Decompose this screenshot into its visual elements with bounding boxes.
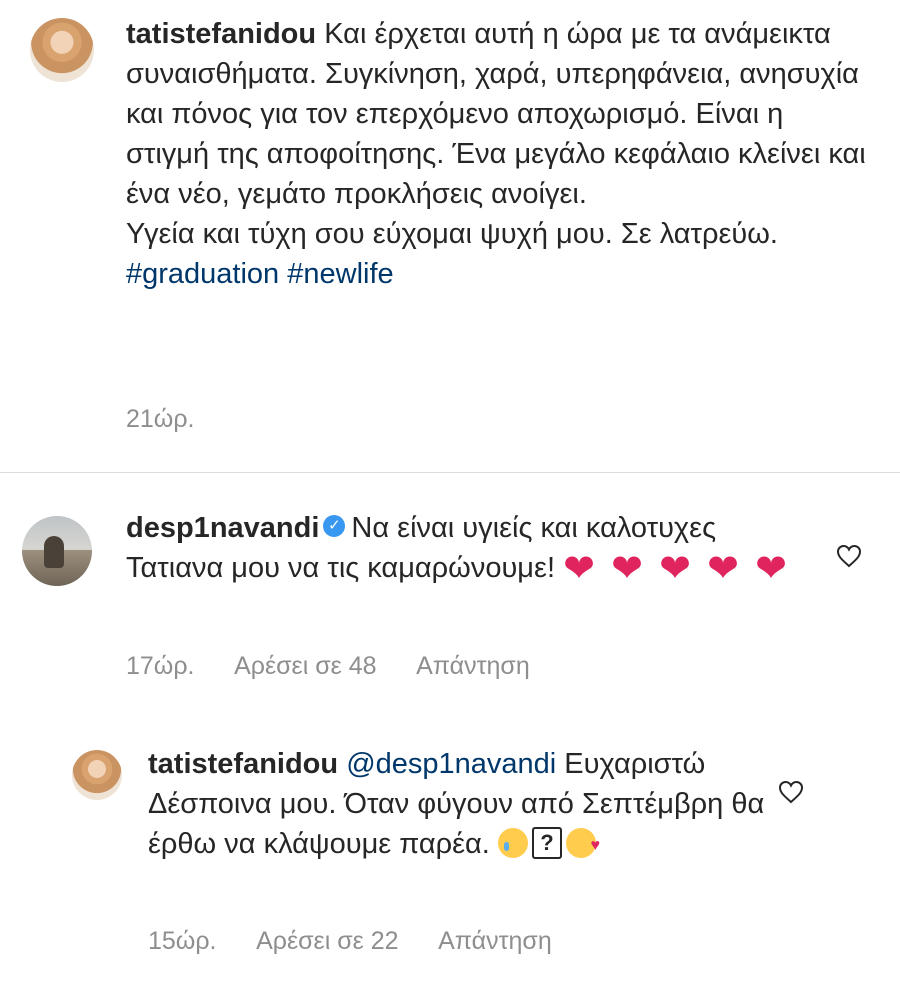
post-time: 21ώρ.	[126, 405, 195, 433]
post-caption: tatistefanidou Και έρχεται αυτή η ώρα με…	[126, 14, 871, 294]
reply-reply-button[interactable]: Απάντηση	[438, 927, 552, 955]
comment-reply-button[interactable]: Απάντηση	[416, 652, 530, 680]
comment-meta: 17ώρ. Αρέσει σε 48 Απάντηση	[126, 652, 564, 681]
avatar-tatistefanidou[interactable]	[30, 18, 94, 82]
comment-likes[interactable]: Αρέσει σε 48	[234, 652, 376, 680]
avatar-tatistefanidou-reply[interactable]	[72, 750, 122, 800]
post-caption-text-2: Υγεία και τύχη σου εύχομαι ψυχή μου. Σε …	[126, 218, 778, 250]
crying-face-emoji-icon	[497, 828, 528, 859]
kissing-face-emoji-icon	[565, 826, 600, 866]
avatar-desp1navandi[interactable]	[22, 516, 92, 586]
reply-likes[interactable]: Αρέσει σε 22	[256, 927, 398, 955]
reply-paragraph: tatistefanidou @desp1navandi Ευχαριστώ Δ…	[148, 744, 778, 866]
unknown-emoji-box: ?	[531, 827, 562, 860]
comment-paragraph: desp1navandi ✓ Να είναι υγιείς και καλοτυχ…	[126, 508, 816, 589]
post-caption-paragraph-2: Υγεία και τύχη σου εύχομαι ψυχή μου. Σε …	[126, 214, 871, 254]
comment-time: 17ώρ.	[126, 652, 195, 680]
reply-username[interactable]: tatistefanidou	[148, 748, 338, 780]
heart-emoji-4: ❤	[707, 548, 739, 591]
post-caption-paragraph-1: tatistefanidou Και έρχεται αυτή η ώρα με…	[126, 14, 871, 214]
comment-username[interactable]: desp1navandi	[126, 512, 319, 544]
reply-time: 15ώρ.	[148, 927, 217, 955]
heart-emoji-5: ❤	[755, 548, 787, 591]
post-hashtags[interactable]: #graduation #newlife	[126, 254, 871, 294]
comment-like-heart-icon[interactable]	[836, 544, 862, 568]
heart-emoji-1: ❤	[563, 548, 595, 591]
comment-body: desp1navandi ✓ Να είναι υγιείς και καλοτυχ…	[126, 508, 816, 589]
heart-emoji-2: ❤	[611, 548, 643, 591]
divider	[0, 472, 900, 473]
reply-body: tatistefanidou @desp1navandi Ευχαριστώ Δ…	[148, 744, 778, 866]
reply-mention[interactable]: @desp1navandi	[346, 748, 556, 780]
heart-emoji-3: ❤	[659, 548, 691, 591]
reply-meta: 15ώρ. Αρέσει σε 22 Απάντηση	[148, 927, 586, 956]
post-meta: 21ώρ.	[126, 405, 229, 434]
post-username[interactable]: tatistefanidou	[126, 18, 316, 50]
reply-like-heart-icon[interactable]	[778, 780, 804, 804]
verified-badge-icon: ✓	[323, 515, 346, 538]
